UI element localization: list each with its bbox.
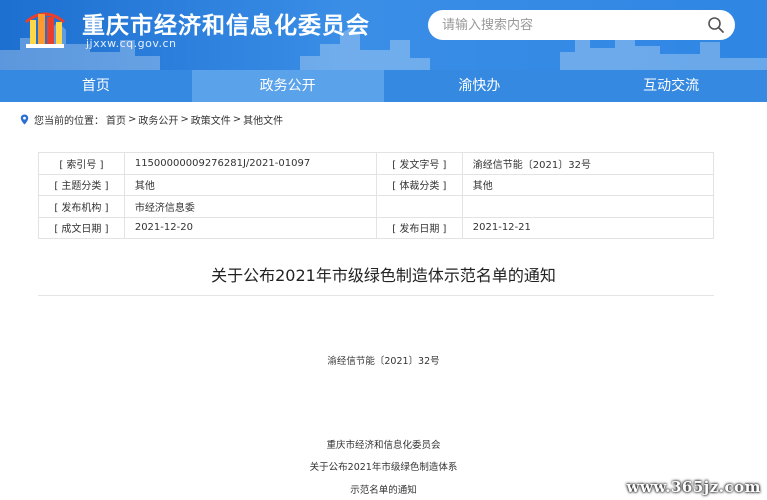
- meta-value-doc-number: 渝经信节能〔2021〕32号: [461, 152, 715, 175]
- nav-item-yukuaiban[interactable]: 渝快办: [384, 70, 576, 102]
- document-body-line: 关于公布2021年市级绿色制造体系: [309, 462, 458, 473]
- table-row: [ 发布机构 ] 市经济信息委: [38, 195, 715, 218]
- meta-label-empty: [375, 195, 463, 218]
- meta-label-topic: [ 主题分类 ]: [38, 173, 125, 196]
- meta-value-topic: 其他: [123, 173, 377, 196]
- meta-value-index-number: 11500000009276281J/2021-01097: [123, 152, 377, 175]
- meta-label-genre: [ 体裁分类 ]: [375, 173, 463, 196]
- site-title: 重庆市经济和信息化委员会: [82, 13, 370, 39]
- meta-label-index-number: [ 索引号 ]: [38, 152, 125, 175]
- meta-label-written-date: [ 成文日期 ]: [38, 216, 125, 239]
- table-row: [ 索引号 ] 11500000009276281J/2021-01097 [ …: [38, 152, 715, 175]
- meta-value-published-date: 2021-12-21: [461, 216, 715, 239]
- meta-value-publisher: 市经济信息委: [123, 195, 377, 218]
- nav-item-interaction[interactable]: 互动交流: [575, 70, 767, 102]
- meta-value-written-date: 2021-12-20: [123, 216, 377, 239]
- main-nav: 首页 政务公开 渝快办 互动交流: [0, 70, 767, 102]
- breadcrumb-government-affairs[interactable]: 政务公开: [138, 112, 178, 127]
- breadcrumb-separator: >: [128, 114, 137, 125]
- document-number: 渝经信节能〔2021〕32号: [327, 356, 440, 367]
- location-pin-icon: [20, 114, 29, 125]
- breadcrumb-policy-documents[interactable]: 政策文件: [191, 112, 231, 127]
- table-row: [ 主题分类 ] 其他 [ 体裁分类 ] 其他: [38, 173, 715, 196]
- breadcrumb-other-documents[interactable]: 其他文件: [243, 112, 283, 127]
- nav-item-government-affairs[interactable]: 政务公开: [191, 70, 384, 102]
- document-title: 关于公布2021年市级绿色制造体示范名单的通知: [211, 266, 556, 285]
- breadcrumb-separator: >: [232, 114, 242, 125]
- document-body-line: 重庆市经济和信息化委员会: [326, 440, 441, 451]
- site-logo: [25, 12, 65, 48]
- nav-item-home[interactable]: 首页: [0, 70, 192, 102]
- search-input[interactable]: [428, 10, 698, 40]
- site-url: jjxxw.cq.gov.cn: [86, 37, 177, 50]
- search-box: [428, 10, 735, 40]
- title-divider: [38, 295, 714, 296]
- breadcrumb-prefix: 您当前的位置：: [34, 116, 104, 127]
- breadcrumb-home[interactable]: 首页: [106, 112, 126, 127]
- search-icon[interactable]: [707, 16, 725, 34]
- meta-label-publisher: [ 发布机构 ]: [38, 195, 125, 218]
- document-metadata-table: [ 索引号 ] 11500000009276281J/2021-01097 [ …: [38, 152, 715, 239]
- table-row: [ 成文日期 ] 2021-12-20 [ 发布日期 ] 2021-12-21: [38, 216, 715, 239]
- meta-label-doc-number: [ 发文字号 ]: [375, 152, 463, 175]
- breadcrumb-separator: >: [180, 114, 189, 125]
- breadcrumb: 您当前的位置： 首页 > 政务公开 > 政策文件 > 其他文件: [20, 112, 285, 127]
- meta-label-published-date: [ 发布日期 ]: [375, 216, 463, 239]
- meta-value-empty: [461, 195, 715, 218]
- watermark: www.365jz.com: [626, 478, 761, 496]
- meta-value-genre: 其他: [461, 173, 715, 196]
- site-header: 重庆市经济和信息化委员会 jjxxw.cq.gov.cn: [0, 0, 767, 70]
